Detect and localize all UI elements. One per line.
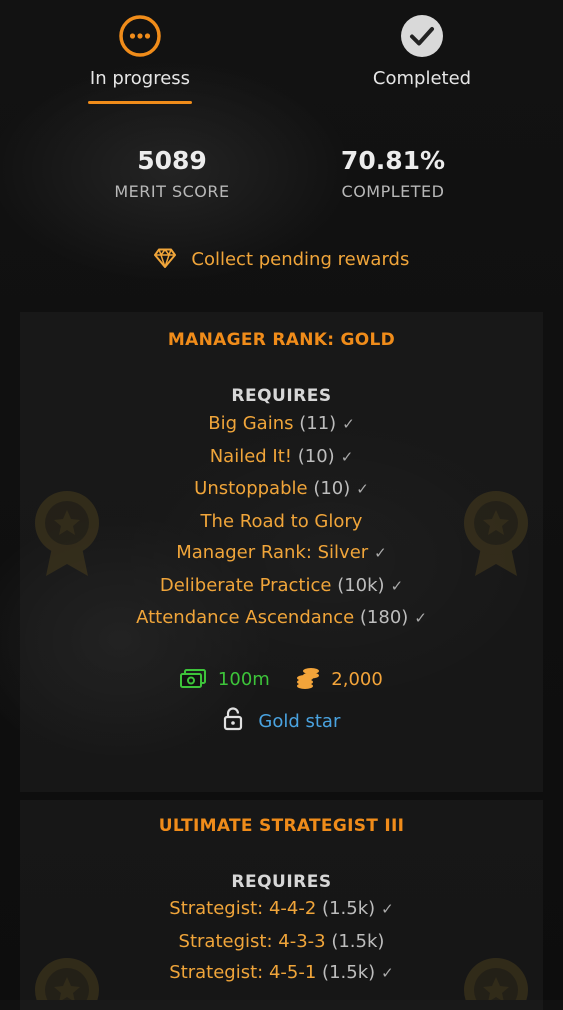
cash-amount: 100m — [217, 669, 270, 690]
tab-completed[interactable]: Completed — [342, 14, 502, 89]
requirement-name: Attendance Ascendance — [136, 607, 355, 628]
achievement-title: MANAGER RANK: GOLD — [167, 330, 396, 350]
requirement-name: Deliberate Practice — [159, 574, 332, 596]
check-circle-icon — [400, 14, 444, 58]
requirement-count: (10k) — [337, 574, 385, 596]
requirements-list: Strategist: 4-4-2 (1.5k) ✓ Strategist: 4-… — [0, 893, 563, 990]
requirement-count: (10) — [297, 445, 335, 467]
requirement-item: Strategist: 4-5-1 (1.5k) ✓ — [0, 957, 563, 990]
check-icon: ✓ — [381, 900, 394, 918]
requirement-name: Strategist: 4-5-1 — [169, 962, 317, 983]
requirement-name: Strategist: 4-3-3 — [178, 930, 326, 952]
requirement-count: (11) — [299, 413, 337, 434]
requirement-item: Strategist: 4-4-2 (1.5k) ✓ — [0, 893, 563, 926]
achievement-title: ULTIMATE STRATEGIST III — [158, 816, 405, 836]
cash-icon — [180, 669, 218, 690]
requirement-name: Manager Rank: Silver — [176, 542, 369, 563]
requirement-item: Deliberate Practice (10k) ✓ — [0, 570, 563, 603]
coins-icon — [296, 668, 332, 690]
requirement-item: Strategist: 4-3-3 (1.5k) — [0, 926, 563, 958]
completed-label: COMPLETED — [341, 182, 445, 201]
requirement-name: The Road to Glory — [200, 510, 363, 532]
requirement-count: (10) — [313, 478, 351, 499]
collect-rewards-button[interactable]: Collect pending rewards — [0, 248, 563, 270]
ellipsis-circle-icon — [118, 14, 162, 58]
requirement-count: (1.5k) — [322, 962, 376, 983]
requirement-name: Strategist: 4-4-2 — [169, 898, 317, 919]
tab-label: Completed — [372, 68, 472, 89]
lock-icon — [223, 707, 259, 732]
requirement-item: Nailed It! (10) ✓ — [0, 441, 563, 474]
requirement-name: Big Gains — [208, 413, 294, 434]
requirement-name: Unstoppable — [194, 478, 308, 499]
requires-heading: REQUIRES — [231, 872, 332, 892]
requirement-item: Unstoppable (10) ✓ — [0, 473, 563, 506]
merit-score-label: MERIT SCORE — [114, 182, 230, 201]
unlock-reward: Gold star — [0, 707, 563, 732]
completed-stat: 70.81% COMPLETED — [293, 146, 493, 201]
achievement-card-content: ULTIMATE STRATEGIST III REQUIRES Strateg… — [0, 816, 563, 990]
tab-label: In progress — [89, 68, 191, 89]
requirement-count: (180) — [359, 607, 409, 628]
collect-rewards-label: Collect pending rewards — [191, 249, 410, 270]
requirements-list: Big Gains (11) ✓ Nailed It! (10) ✓ Unstopp… — [0, 408, 563, 635]
requirement-count: (1.5k) — [322, 898, 376, 919]
check-icon: ✓ — [390, 576, 404, 595]
check-icon: ✓ — [340, 447, 354, 466]
requirement-item: Attendance Ascendance (180) ✓ — [0, 602, 563, 635]
requires-heading: REQUIRES — [231, 386, 332, 406]
achievement-card-content: MANAGER RANK: GOLD REQUIRES Big Gains (1… — [0, 330, 563, 635]
requirement-count: (1.5k) — [331, 930, 385, 952]
requirement-item: Big Gains (11) ✓ — [0, 408, 563, 441]
requirement-item: The Road to Glory — [0, 506, 563, 538]
diamond-icon — [153, 248, 192, 270]
check-icon: ✓ — [356, 480, 369, 498]
active-tab-indicator — [88, 101, 192, 104]
coins-amount: 2,000 — [331, 669, 383, 690]
check-icon: ✓ — [381, 964, 394, 982]
tab-in-progress[interactable]: In progress — [60, 14, 220, 104]
check-icon: ✓ — [414, 609, 427, 627]
coins-reward: 2,000 — [296, 667, 383, 690]
check-icon: ✓ — [342, 415, 355, 433]
cash-reward: 100m — [180, 669, 270, 690]
unlock-label: Gold star — [258, 711, 341, 732]
rewards-row: 100m 2,000 — [0, 667, 563, 690]
check-icon: ✓ — [374, 544, 387, 562]
status-tabs: In progress Completed — [0, 0, 563, 112]
requirement-item: Manager Rank: Silver ✓ — [0, 537, 563, 570]
requirement-name: Nailed It! — [209, 445, 293, 467]
merit-score-value: 5089 — [137, 146, 207, 175]
merit-score-stat: 5089 MERIT SCORE — [72, 146, 272, 201]
completed-value: 70.81% — [340, 146, 446, 175]
